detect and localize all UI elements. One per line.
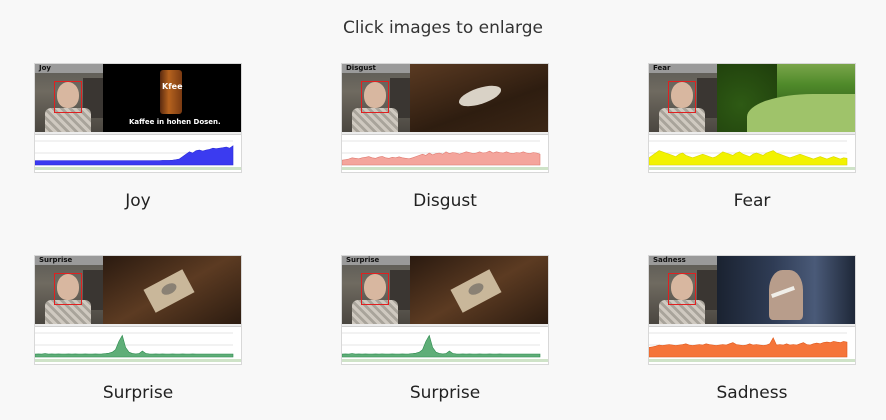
face-detection-box [668, 273, 696, 305]
timeline-svg [342, 332, 548, 362]
emotion-label: Surprise [102, 383, 174, 403]
timeline-svg [35, 332, 241, 362]
timeline-scrollbar [35, 359, 241, 362]
stimulus-video-frame [103, 256, 241, 324]
thumbnail-image[interactable]: Surprise [341, 255, 549, 365]
stimulus-video-frame [717, 64, 855, 132]
emotion-timeline-chart [649, 134, 855, 172]
timeline-svg [342, 140, 548, 170]
emotion-tag: Surprise [35, 256, 103, 265]
webcam-frame: Fear [649, 64, 717, 132]
emotion-label: Disgust [413, 191, 477, 211]
video-slogan: Kaffee in hohen Dosen. [129, 118, 221, 126]
emotion-card-fear[interactable]: Fear Fear [648, 63, 856, 211]
face-detection-box [361, 273, 389, 305]
page-title: Click images to enlarge [343, 18, 543, 38]
emotion-label: Sadness [716, 383, 788, 403]
emotion-tag: Fear [649, 64, 717, 73]
webcam-frame: Disgust [342, 64, 410, 132]
timeline-scrollbar [649, 359, 855, 362]
emotion-timeline-chart [342, 326, 548, 364]
emotion-card-joy[interactable]: Joy Kfee Kaffee in hohen Dosen. Joy [34, 63, 242, 211]
emotion-series-area [342, 334, 541, 358]
timeline-scrollbar [342, 167, 548, 170]
webcam-frame: Surprise [35, 256, 103, 324]
emotion-label: Surprise [409, 383, 481, 403]
thumbnail-image[interactable]: Joy Kfee Kaffee in hohen Dosen. [34, 63, 242, 173]
coffee-can: Kfee [160, 70, 183, 114]
timeline-svg [649, 140, 855, 170]
thumbnail-image[interactable]: Disgust [341, 63, 549, 173]
emotion-timeline-chart [649, 326, 855, 364]
emotion-timeline-chart [35, 326, 241, 364]
emotion-timeline-chart [35, 134, 241, 172]
webcam-frame: Sadness [649, 256, 717, 324]
webcam-frame: Joy [35, 64, 103, 132]
emotion-series-area [649, 337, 848, 358]
stimulus-video-frame [410, 64, 548, 132]
stimulus-video-frame: Kfee Kaffee in hohen Dosen. [103, 64, 241, 132]
thumbnail-image[interactable]: Surprise [34, 255, 242, 365]
timeline-scrollbar [35, 167, 241, 170]
emotion-card-sadness[interactable]: Sadness Sadness [648, 255, 856, 403]
timeline-scrollbar [342, 359, 548, 362]
webcam-frame: Surprise [342, 256, 410, 324]
thumbnail-image[interactable]: Fear [648, 63, 856, 173]
emotion-label: Joy [125, 191, 151, 211]
emotion-tag: Disgust [342, 64, 410, 73]
rat [456, 81, 504, 111]
emotion-tag: Joy [35, 64, 103, 73]
emotion-timeline-chart [342, 134, 548, 172]
face-detection-box [668, 81, 696, 113]
emotion-label: Fear [733, 191, 771, 211]
emotion-series-area [35, 334, 234, 358]
can-text: Kfee [162, 82, 183, 91]
face-detection-box [54, 273, 82, 305]
stimulus-video-frame [717, 256, 855, 324]
face-detection-box [54, 81, 82, 113]
emotion-tag: Sadness [649, 256, 717, 265]
emotion-series-area [35, 145, 234, 166]
face-detection-box [361, 81, 389, 113]
emotion-card-disgust[interactable]: Disgust Disgust [341, 63, 549, 211]
thumbnail-image[interactable]: Sadness [648, 255, 856, 365]
emotion-card-surprise-2[interactable]: Surprise Surprise [341, 255, 549, 403]
timeline-svg [35, 140, 241, 170]
emotion-tag: Surprise [342, 256, 410, 265]
stimulus-video-frame [410, 256, 548, 324]
timeline-scrollbar [649, 167, 855, 170]
timeline-svg [649, 332, 855, 362]
emotion-card-surprise[interactable]: Surprise Surprise [34, 255, 242, 403]
